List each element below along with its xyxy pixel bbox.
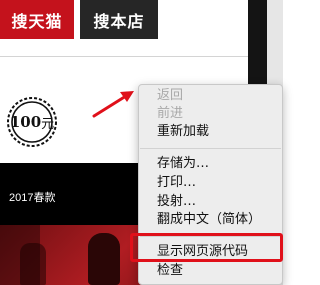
menu-item-translate[interactable]: 翻成中文（简体）	[157, 211, 261, 229]
view-source-highlight	[130, 233, 283, 262]
search-store-button[interactable]: 搜本店	[80, 0, 158, 39]
red-arrow-icon	[92, 91, 134, 118]
menu-item-cast[interactable]: 投射…	[157, 193, 196, 211]
menu-item-inspect[interactable]: 检查	[157, 262, 183, 280]
menu-separator	[140, 148, 281, 149]
coupon-amount: 100	[9, 113, 42, 131]
menu-item-forward[interactable]: 前进	[157, 105, 183, 123]
dark-side-panel	[248, 0, 267, 86]
coupon-unit: 元	[41, 116, 55, 132]
menu-item-reload[interactable]: 重新加载	[157, 123, 209, 141]
menu-item-save-as[interactable]: 存储为…	[157, 155, 209, 173]
coupon-badge[interactable]: 100 元	[2, 95, 62, 149]
menu-item-print[interactable]: 打印…	[157, 174, 196, 192]
promo-label: 2017春款	[9, 192, 56, 204]
menu-item-back[interactable]: 返回	[157, 87, 183, 105]
section-divider	[0, 56, 283, 57]
search-tmall-button[interactable]: 搜天猫	[0, 0, 74, 39]
